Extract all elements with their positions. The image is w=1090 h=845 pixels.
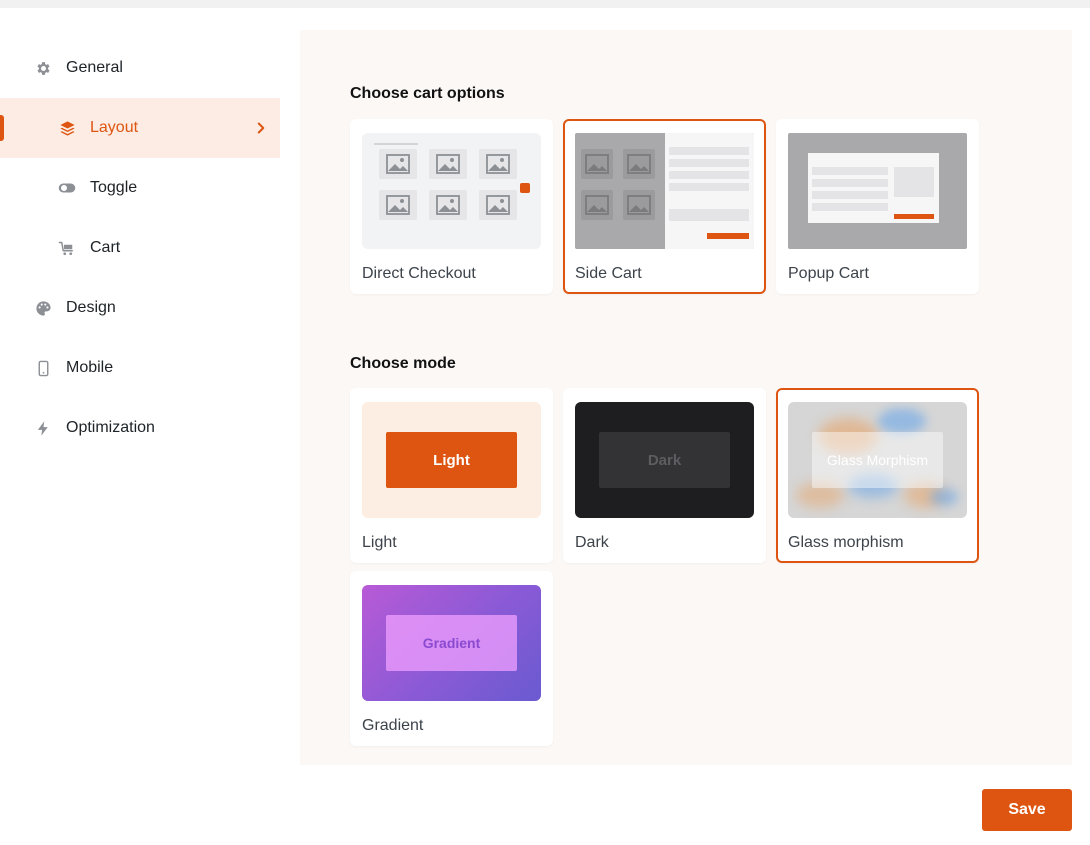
mode-option-label: Gradient	[362, 717, 424, 734]
sidebar-item-label: Design	[66, 299, 116, 316]
cart-badge-icon	[520, 183, 530, 193]
sidebar-item-optimization[interactable]: Optimization	[0, 398, 280, 458]
cart-icon	[58, 239, 76, 257]
image-placeholder-icon	[479, 149, 517, 179]
image-placeholder-icon	[379, 149, 417, 179]
image-placeholder-icon	[581, 190, 613, 220]
popup-cart-preview	[788, 133, 967, 249]
image-placeholder-icon	[623, 149, 655, 179]
cart-option-popup-cart[interactable]: Popup Cart	[776, 119, 979, 294]
cart-option-label: Popup Cart	[788, 265, 869, 282]
sidebar-item-mobile[interactable]: Mobile	[0, 338, 280, 398]
sidebar-item-design[interactable]: Design	[0, 278, 280, 338]
image-placeholder-icon	[429, 149, 467, 179]
image-placeholder-icon	[479, 190, 517, 220]
image-placeholder-icon	[429, 190, 467, 220]
glass-mode-preview: Glass Morphism	[788, 402, 967, 518]
popup-cart-modal	[808, 153, 939, 223]
sidebar-item-label: Cart	[90, 239, 121, 256]
save-button[interactable]: Save	[982, 789, 1072, 831]
mode-preview-text: Glass Morphism	[812, 432, 943, 488]
layers-icon	[58, 119, 76, 137]
mobile-icon	[34, 359, 52, 377]
side-cart-preview	[575, 133, 754, 249]
image-placeholder-icon	[379, 190, 417, 220]
light-mode-preview: Light	[362, 402, 541, 518]
dark-mode-preview: Dark	[575, 402, 754, 518]
bolt-icon	[34, 419, 52, 437]
mode-option-label: Glass morphism	[788, 534, 904, 551]
sidebar-item-label: Toggle	[90, 179, 138, 196]
mode-option-light[interactable]: Light Light	[350, 388, 553, 563]
gradient-mode-preview: Gradient	[362, 585, 541, 701]
mode-option-dark[interactable]: Dark Dark	[563, 388, 766, 563]
mode-preview-text: Dark	[599, 432, 730, 488]
sidebar-item-label: General	[66, 59, 123, 76]
palette-icon	[34, 299, 52, 317]
mode-option-glass-morphism[interactable]: Glass Morphism Glass morphism	[776, 388, 979, 563]
mode-preview-text: Gradient	[386, 615, 517, 671]
image-placeholder-icon	[581, 149, 613, 179]
mode-preview-text: Light	[386, 432, 517, 488]
mode-option-label: Light	[362, 534, 397, 551]
side-cart-drawer	[665, 133, 754, 249]
layout-settings-panel: Choose cart options Direct Checkout Side…	[300, 30, 1072, 765]
cart-option-side-cart[interactable]: Side Cart	[563, 119, 766, 294]
mode-option-label: Dark	[575, 534, 609, 551]
sidebar-item-label: Optimization	[66, 419, 155, 436]
sidebar-item-label: Mobile	[66, 359, 114, 376]
sidebar-item-cart[interactable]: Cart	[0, 218, 280, 278]
direct-checkout-preview	[362, 133, 541, 249]
cart-options-title: Choose cart options	[350, 85, 505, 102]
toggle-icon	[58, 179, 76, 197]
mode-option-gradient[interactable]: Gradient Gradient	[350, 571, 553, 746]
gear-icon	[34, 59, 52, 77]
sidebar-item-label: Layout	[90, 119, 139, 136]
sidebar-item-layout[interactable]: Layout	[0, 98, 280, 158]
cart-option-label: Direct Checkout	[362, 265, 476, 282]
sidebar-item-general[interactable]: General	[0, 38, 280, 98]
chevron-right-icon	[252, 119, 270, 137]
cart-option-direct-checkout[interactable]: Direct Checkout	[350, 119, 553, 294]
mode-title: Choose mode	[350, 355, 456, 372]
sidebar-item-toggle[interactable]: Toggle	[0, 158, 280, 218]
cart-option-label: Side Cart	[575, 265, 642, 282]
image-placeholder-icon	[623, 190, 655, 220]
